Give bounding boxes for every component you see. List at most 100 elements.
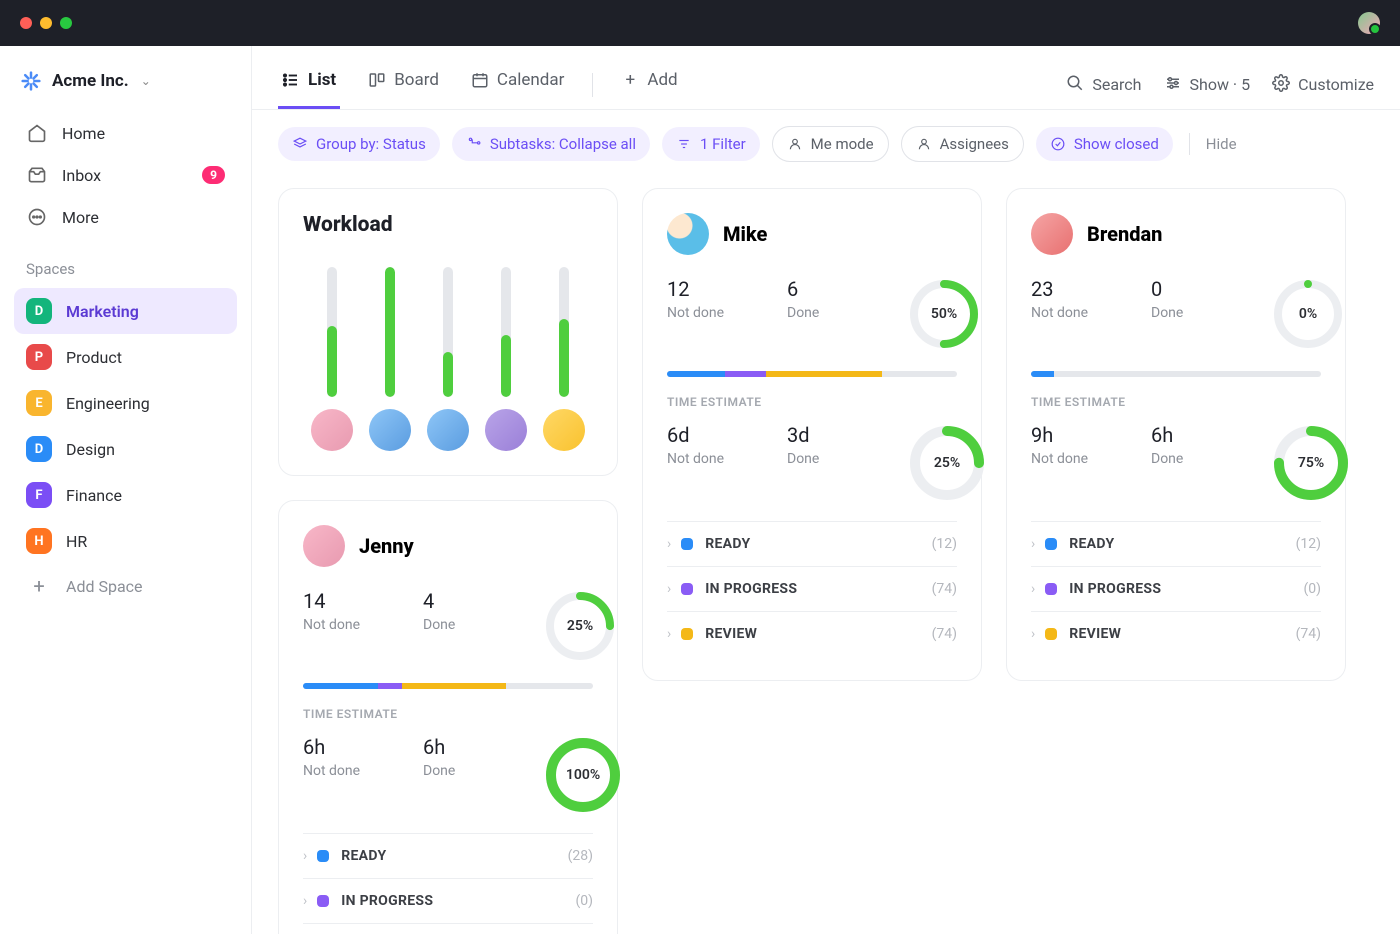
nav-home[interactable]: Home [14, 112, 237, 154]
workload-avatar[interactable] [369, 409, 411, 451]
view-topbar: List Board Calendar + Add Search [252, 46, 1400, 110]
done-label: Done [787, 451, 877, 467]
chevron-right-icon: › [667, 536, 671, 552]
space-item-hr[interactable]: HHR [14, 518, 237, 564]
space-name: Product [66, 348, 122, 367]
workload-avatar[interactable] [485, 409, 527, 451]
space-icon: H [26, 528, 52, 554]
person-avatar[interactable] [303, 525, 345, 567]
person-name: Mike [723, 222, 767, 246]
done-count: 6 [787, 277, 877, 301]
subtask-icon [466, 136, 482, 152]
separator [592, 73, 593, 97]
customize-button[interactable]: Customize [1272, 74, 1374, 96]
workload-card: Workload [278, 188, 618, 476]
chip-show-closed[interactable]: Show closed [1036, 127, 1173, 161]
chip-filter[interactable]: 1 Filter [662, 127, 760, 161]
workload-avatar[interactable] [311, 409, 353, 451]
status-color-icon [1045, 538, 1057, 550]
status-list: ›READY(28) › IN PROGRESS (0) ›REVIEW(28) [303, 833, 593, 934]
tab-calendar[interactable]: Calendar [467, 60, 568, 109]
nav-more[interactable]: More [14, 196, 237, 238]
search-button[interactable]: Search [1066, 74, 1141, 96]
status-name: IN PROGRESS [1069, 581, 1161, 597]
not-done-count: 23 [1031, 277, 1121, 301]
status-progress-bar [667, 371, 957, 377]
status-row[interactable]: › IN PROGRESS (0) [303, 878, 593, 923]
space-item-product[interactable]: PProduct [14, 334, 237, 380]
workload-avatar[interactable] [543, 409, 585, 451]
separator [1189, 133, 1190, 155]
space-item-design[interactable]: DDesign [14, 426, 237, 472]
time-done: 6h [423, 735, 513, 759]
tab-board[interactable]: Board [364, 60, 443, 109]
not-done-label: Not done [1031, 451, 1121, 467]
status-count: (74) [1296, 626, 1321, 642]
nav-home-label: Home [62, 124, 105, 143]
nav-inbox[interactable]: Inbox 9 [14, 154, 237, 196]
status-row[interactable]: ›REVIEW(74) [1031, 611, 1321, 656]
space-item-marketing[interactable]: DMarketing [14, 288, 237, 334]
status-name: REVIEW [705, 626, 757, 642]
workload-bar [385, 267, 395, 397]
nav-inbox-label: Inbox [62, 166, 101, 185]
workload-bar [327, 267, 337, 397]
person-avatar[interactable] [1031, 213, 1073, 255]
tab-calendar-label: Calendar [497, 70, 564, 90]
chip-group-by[interactable]: Group by: Status [278, 127, 440, 161]
chevron-right-icon: › [1031, 581, 1035, 597]
status-row[interactable]: ›READY(12) [667, 521, 957, 566]
status-row[interactable]: ›READY(12) [1031, 521, 1321, 566]
nav-more-label: More [62, 208, 99, 227]
chip-me-mode[interactable]: Me mode [772, 126, 889, 162]
person-name: Brendan [1087, 222, 1162, 246]
close-window-button[interactable] [20, 17, 32, 29]
status-row[interactable]: ›READY(28) [303, 833, 593, 878]
time-donut: 100% [543, 735, 623, 815]
status-count: (0) [575, 893, 593, 909]
person-avatar[interactable] [667, 213, 709, 255]
status-color-icon [681, 538, 693, 550]
done-count: 4 [423, 589, 513, 613]
maximize-window-button[interactable] [60, 17, 72, 29]
status-row[interactable]: ›REVIEW(74) [667, 611, 957, 656]
chip-subtasks[interactable]: Subtasks: Collapse all [452, 127, 650, 161]
time-estimate-label: TIME ESTIMATE [303, 707, 593, 721]
chip-assignees[interactable]: Assignees [901, 126, 1024, 162]
add-space-button[interactable]: + Add Space [14, 564, 237, 608]
person-card-jenny: Jenny 14Not done 4Done 25% TIME ESTIMATE… [278, 500, 618, 934]
status-count: (74) [932, 626, 957, 642]
time-pct: 25% [907, 423, 987, 503]
workload-bar [501, 267, 511, 397]
status-row[interactable]: ›IN PROGRESS(74) [667, 566, 957, 611]
chip-subtasks-label: Subtasks: Collapse all [490, 135, 636, 153]
workload-avatar[interactable] [427, 409, 469, 451]
board-icon [368, 71, 386, 89]
space-item-engineering[interactable]: EEngineering [14, 380, 237, 426]
show-button[interactable]: Show · 5 [1164, 74, 1251, 96]
status-name: IN PROGRESS [341, 893, 433, 909]
not-done-label: Not done [303, 763, 393, 779]
status-row[interactable]: ›REVIEW(28) [303, 923, 593, 934]
minimize-window-button[interactable] [40, 17, 52, 29]
list-icon [282, 71, 300, 89]
status-color-icon [681, 628, 693, 640]
chevron-right-icon: › [1031, 536, 1035, 552]
status-row[interactable]: ›IN PROGRESS(0) [1031, 566, 1321, 611]
plus-icon: + [26, 574, 52, 598]
chip-me-label: Me mode [811, 135, 874, 153]
status-name: IN PROGRESS [705, 581, 797, 597]
space-item-finance[interactable]: FFinance [14, 472, 237, 518]
chip-group-by-label: Group by: Status [316, 135, 426, 153]
hide-button[interactable]: Hide [1206, 135, 1237, 153]
view-add-button[interactable]: + Add [617, 60, 681, 109]
tab-list[interactable]: List [278, 60, 340, 109]
workspace-switcher[interactable]: Acme Inc. ⌄ [14, 64, 237, 112]
person-card-brendan: Brendan 23Not done 0Done 0% TIME ESTIMAT… [1006, 188, 1346, 681]
completion-donut: 50% [907, 277, 981, 351]
tab-board-label: Board [394, 70, 439, 90]
done-label: Done [787, 305, 877, 321]
done-label: Done [1151, 451, 1241, 467]
account-avatar[interactable] [1358, 12, 1380, 34]
chevron-right-icon: › [303, 893, 307, 909]
